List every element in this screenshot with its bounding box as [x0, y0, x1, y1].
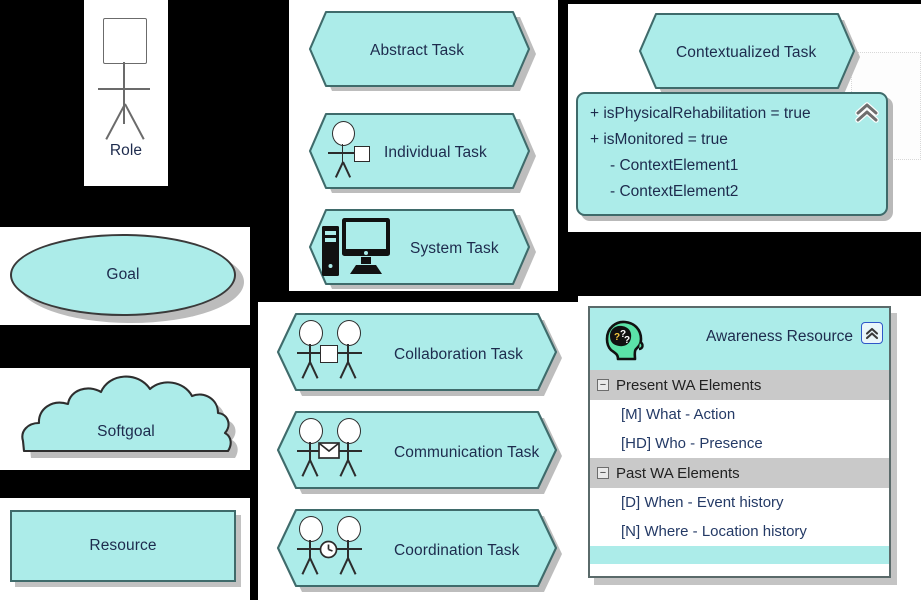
double-chevron-up-icon[interactable] [855, 102, 879, 129]
softgoal-label: Softgoal [97, 423, 155, 440]
task-collaboration-task[interactable]: Collaboration Task [266, 312, 576, 398]
task-system-task-label: System Task [410, 240, 499, 257]
two-actors-envelope-icon [292, 418, 378, 482]
role-arms [98, 88, 150, 90]
task-system-task[interactable]: System Task [298, 208, 543, 290]
awareness-resource-title: Awareness Resource [705, 328, 853, 345]
double-chevron-up-icon[interactable] [861, 322, 883, 344]
list-item[interactable]: [HD] Who - Presence [590, 429, 889, 458]
awareness-group-past[interactable]: − Past WA Elements [590, 458, 889, 488]
softgoal-shape[interactable]: Softgoal [6, 373, 246, 468]
goal-label: Goal [106, 266, 140, 283]
task-communication-task-label: Communication Task [394, 444, 540, 461]
task-abstract-task-label: Abstract Task [370, 42, 465, 59]
goal-shape[interactable]: Goal [10, 234, 236, 316]
attribute-compartment[interactable]: + isPhysicalRehabilitation = true + isMo… [576, 92, 888, 216]
task-individual-task-label: Individual Task [384, 144, 487, 161]
collapse-minus-icon[interactable]: − [597, 379, 609, 391]
task-individual-task[interactable]: Individual Task [298, 112, 543, 194]
awareness-group-label: Present WA Elements [616, 376, 762, 394]
resource-shape[interactable]: Resource [10, 510, 236, 582]
role-torso [123, 62, 125, 124]
two-actors-square-icon [292, 320, 378, 384]
role-leg-right [124, 103, 145, 140]
role-label: Role [109, 142, 143, 159]
contextualized-task-shape[interactable]: Contextualized Task [636, 12, 866, 94]
panel-awareness-resource: ? ? ? Awareness Resource − Present WA El… [578, 296, 921, 600]
awareness-resource-card[interactable]: ? ? ? Awareness Resource − Present WA El… [588, 306, 891, 578]
panel-role: Role [84, 0, 168, 186]
attribute-line: + isPhysicalRehabilitation = true [590, 105, 811, 122]
list-item[interactable]: [D] When - Event history [590, 488, 889, 517]
attribute-line: - ContextElement1 [610, 157, 739, 174]
task-coordination-task-label: Coordination Task [394, 542, 520, 559]
panel-tasks-top: Abstract Task Individual Task System Tas… [289, 0, 558, 291]
awareness-resource-footer [590, 546, 889, 564]
task-communication-task[interactable]: Communication Task [266, 410, 576, 496]
svg-text:?: ? [624, 335, 630, 346]
awareness-group-present[interactable]: − Present WA Elements [590, 370, 889, 400]
collapse-minus-icon[interactable]: − [597, 467, 609, 479]
awareness-resource-header: ? ? ? Awareness Resource [590, 308, 889, 370]
list-item[interactable]: [M] What - Action [590, 400, 889, 429]
desktop-computer-icon [320, 216, 392, 278]
panel-tasks-bottom: Collaboration Task Communication Task Co… [258, 302, 578, 600]
resource-label: Resource [89, 537, 157, 554]
attribute-line: + isMonitored = true [590, 131, 728, 148]
panel-goal: Goal [0, 227, 250, 325]
role-head-square [103, 18, 147, 64]
awareness-group-label: Past WA Elements [616, 464, 740, 482]
task-coordination-task[interactable]: Coordination Task [266, 508, 576, 594]
task-abstract-task[interactable]: Abstract Task [298, 10, 543, 92]
contextualized-task-title: Contextualized Task [676, 44, 817, 61]
panel-softgoal: Softgoal [0, 368, 250, 470]
panel-contextualized-task: Contextualized Task + isPhysicalRehabili… [568, 4, 921, 232]
list-item[interactable]: [N] Where - Location history [590, 517, 889, 546]
panel-resource: Resource [0, 498, 250, 600]
single-actor-icon [324, 121, 374, 181]
two-actors-clock-icon [292, 516, 378, 580]
brain-head-icon: ? ? ? [598, 316, 646, 369]
task-collaboration-task-label: Collaboration Task [394, 346, 524, 363]
attribute-line: - ContextElement2 [610, 183, 739, 200]
